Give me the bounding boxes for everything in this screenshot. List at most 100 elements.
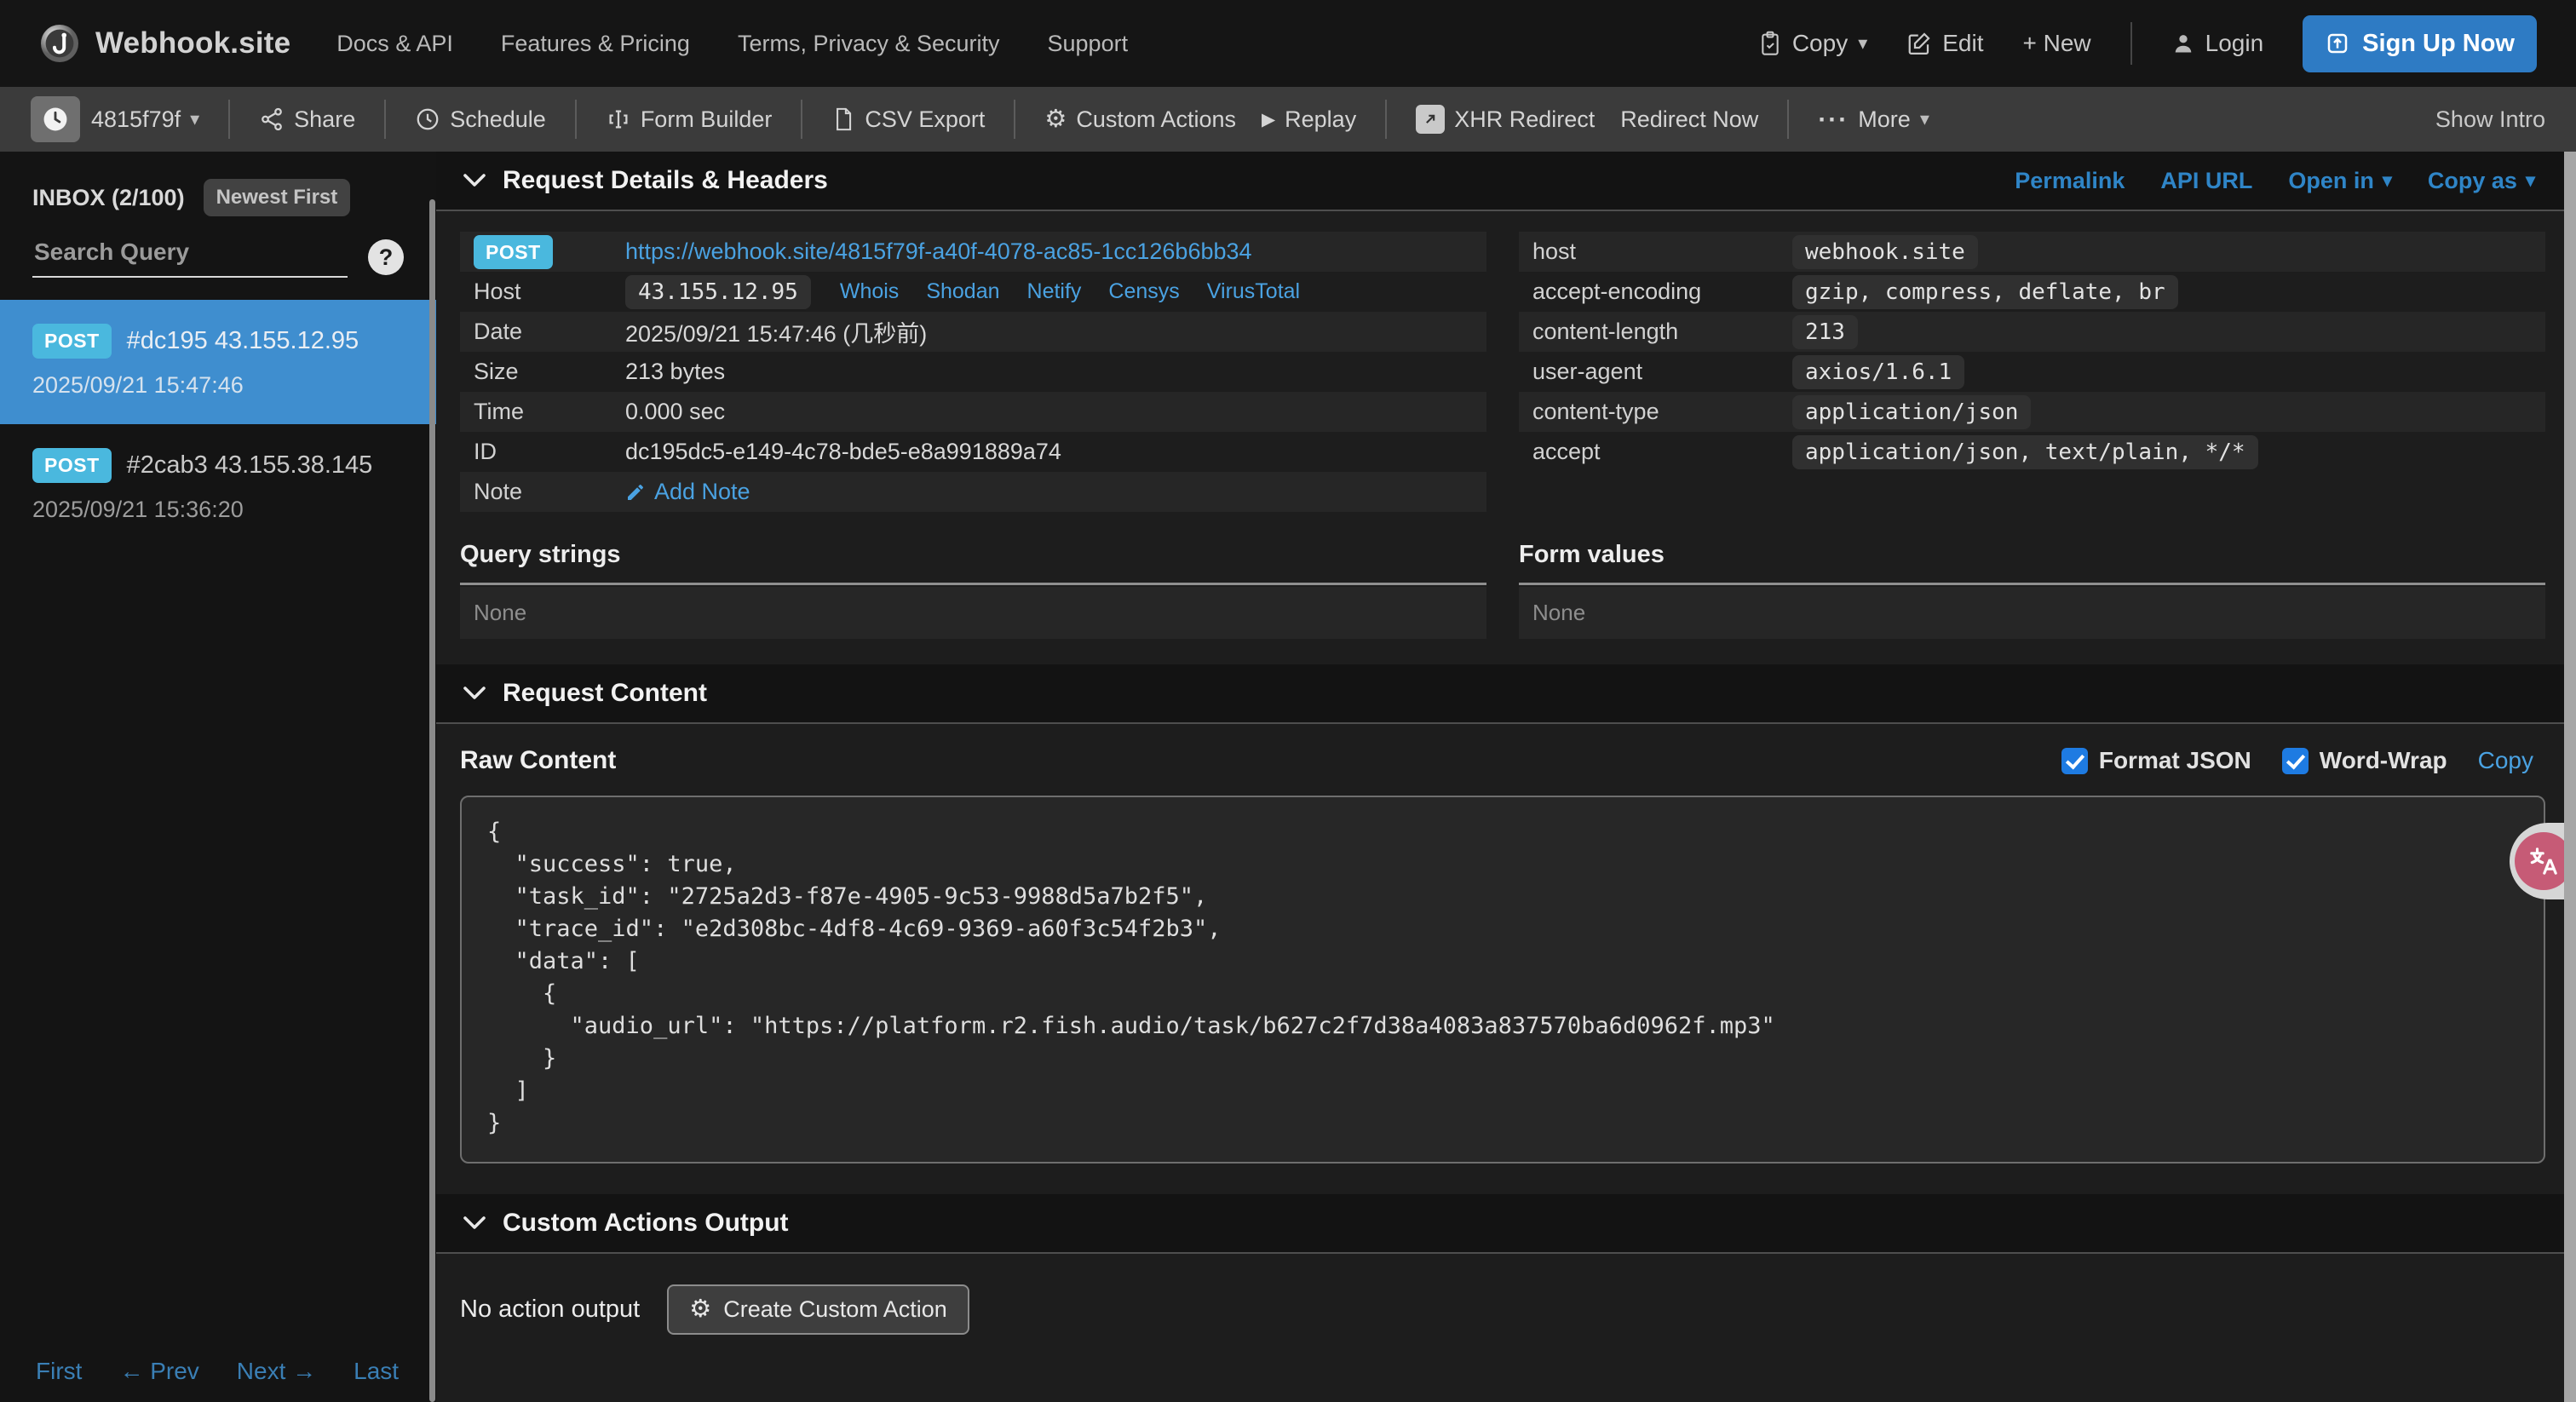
main-content: Request Details & Headers Permalink API … — [436, 152, 2576, 1402]
request-url-link[interactable]: https://webhook.site/4815f79f-a40f-4078-… — [625, 238, 1252, 265]
section-title: Request Details & Headers — [503, 166, 828, 195]
form-builder-button[interactable]: Form Builder — [606, 106, 773, 133]
clipboard-icon — [1758, 31, 1782, 56]
format-json-checkbox[interactable]: Format JSON — [2061, 747, 2251, 774]
share-button[interactable]: Share — [259, 106, 355, 133]
request-title: #2cab3 43.155.38.145 — [127, 451, 373, 480]
form-values-title: Form values — [1519, 541, 2545, 569]
request-list-item[interactable]: POST #2cab3 43.155.38.145 2025/09/21 15:… — [0, 424, 436, 549]
divider — [460, 583, 1486, 585]
create-custom-action-button[interactable]: ⚙ Create Custom Action — [667, 1284, 969, 1335]
xhr-redirect-button[interactable]: XHR Redirect — [1416, 105, 1595, 134]
api-url-link[interactable]: API URL — [2160, 168, 2252, 194]
copy-content-link[interactable]: Copy — [2478, 747, 2533, 774]
login-button[interactable]: Login — [2171, 30, 2264, 57]
shodan-link[interactable]: Shodan — [926, 279, 999, 304]
token-dropdown[interactable]: 4815f79f ▾ — [31, 96, 199, 142]
copy-as-dropdown[interactable]: Copy as ▾ — [2428, 168, 2535, 194]
signup-button[interactable]: Sign Up Now — [2303, 15, 2537, 72]
word-wrap-checkbox[interactable]: Word-Wrap — [2282, 747, 2447, 774]
method-badge: POST — [32, 324, 112, 359]
person-icon — [2171, 32, 2195, 55]
caret-down-icon: ▾ — [2383, 171, 2392, 190]
search-input[interactable] — [32, 237, 348, 278]
section-title: Request Content — [503, 679, 707, 708]
app-body: INBOX (2/100) Newest First ? POST #dc195… — [0, 152, 2576, 1402]
pagination-prev[interactable]: ← Prev — [119, 1358, 198, 1385]
raw-content-title: Raw Content — [460, 746, 616, 775]
pagination-next[interactable]: Next → — [237, 1358, 316, 1385]
checkbox-checked-icon[interactable] — [2282, 748, 2309, 774]
sort-order-badge[interactable]: Newest First — [204, 179, 351, 216]
more-dropdown[interactable]: ··· More ▾ — [1818, 106, 1929, 133]
method-badge: POST — [32, 448, 112, 483]
header-value: webhook.site — [1792, 235, 1978, 269]
new-button[interactable]: + New — [2023, 30, 2091, 57]
virustotal-link[interactable]: VirusTotal — [1207, 279, 1300, 304]
nav-link-terms[interactable]: Terms, Privacy & Security — [738, 31, 1000, 57]
redirect-now-button[interactable]: Redirect Now — [1620, 106, 1758, 133]
toolbar-divider — [1787, 100, 1789, 139]
header-value: application/json, text/plain, */* — [1792, 435, 2258, 469]
show-intro-link[interactable]: Show Intro — [2435, 106, 2545, 133]
replay-button[interactable]: ▶ Replay — [1262, 106, 1356, 133]
request-list: POST #dc195 43.155.12.95 2025/09/21 15:4… — [0, 300, 436, 549]
checkbox-checked-icon[interactable] — [2061, 748, 2088, 774]
permalink-link[interactable]: Permalink — [2015, 168, 2125, 194]
ip-lookup-links: Whois Shodan Netify Censys VirusTotal — [840, 279, 1300, 304]
token-clock-icon[interactable] — [31, 96, 80, 142]
main-scrollbar[interactable] — [2564, 152, 2576, 1402]
sidebar: INBOX (2/100) Newest First ? POST #dc195… — [0, 152, 436, 1402]
chevron-down-icon[interactable] — [463, 687, 486, 700]
request-date: 2025/09/21 15:47:46 — [32, 372, 404, 399]
csv-export-button[interactable]: CSV Export — [831, 106, 985, 133]
request-details-table: POST https://webhook.site/4815f79f-a40f-… — [460, 232, 1486, 512]
caret-down-icon: ▾ — [2526, 171, 2535, 190]
chevron-down-icon[interactable] — [463, 1216, 486, 1230]
copy-dropdown[interactable]: Copy ▾ — [1758, 30, 1867, 57]
censys-link[interactable]: Censys — [1108, 279, 1179, 304]
nav-link-docs[interactable]: Docs & API — [336, 31, 453, 57]
headers-table: host webhook.site accept-encoding gzip, … — [1519, 232, 2545, 512]
note-row: Note Add Note — [460, 472, 1486, 512]
section-custom-actions-output[interactable]: Custom Actions Output — [436, 1194, 2576, 1254]
size-row: Size 213 bytes — [460, 352, 1486, 392]
raw-content-panel: Raw Content Format JSON Word-Wrap Copy {… — [436, 724, 2576, 1194]
nav-link-pricing[interactable]: Features & Pricing — [501, 31, 690, 57]
add-note-link[interactable]: Add Note — [625, 479, 750, 505]
chevron-down-icon[interactable] — [463, 174, 486, 187]
time-value: 0.000 sec — [625, 399, 725, 425]
header-value: 213 — [1792, 315, 1858, 349]
netify-link[interactable]: Netify — [1027, 279, 1082, 304]
sidebar-scrollbar[interactable] — [429, 199, 435, 1402]
ellipsis-icon: ··· — [1818, 113, 1849, 126]
help-icon[interactable]: ? — [368, 239, 404, 275]
share-icon — [259, 106, 285, 132]
detail-links: Permalink API URL Open in ▾ Copy as ▾ — [2015, 168, 2549, 194]
raw-content-header: Raw Content Format JSON Word-Wrap Copy — [460, 746, 2545, 775]
whois-link[interactable]: Whois — [840, 279, 899, 304]
section-request-content[interactable]: Request Content — [436, 664, 2576, 724]
pagination-last[interactable]: Last — [354, 1358, 399, 1385]
header-value: application/json — [1792, 395, 2031, 429]
request-list-item[interactable]: POST #dc195 43.155.12.95 2025/09/21 15:4… — [0, 300, 436, 424]
action-toolbar: 4815f79f ▾ Share Schedule Form Builder — [0, 87, 2576, 152]
host-ip-value: 43.155.12.95 — [625, 275, 811, 309]
schedule-button[interactable]: Schedule — [415, 106, 546, 133]
id-row: ID dc195dc5-e149-4c78-bde5-e8a991889a74 — [460, 432, 1486, 472]
brand[interactable]: Webhook.site — [39, 23, 290, 64]
nav-link-support[interactable]: Support — [1048, 31, 1129, 57]
toolbar-divider — [801, 100, 802, 139]
top-navbar: Webhook.site Docs & API Features & Prici… — [0, 0, 2576, 87]
form-values-empty: None — [1519, 587, 2545, 639]
date-value: 2025/09/21 15:47:46 (几秒前) — [625, 315, 927, 348]
edit-button[interactable]: Edit — [1906, 30, 1983, 57]
actions-output-row: No action output ⚙ Create Custom Action — [436, 1254, 2576, 1386]
custom-actions-button[interactable]: ⚙ Custom Actions — [1044, 106, 1236, 133]
pagination-first[interactable]: First — [36, 1358, 82, 1385]
section-request-details[interactable]: Request Details & Headers Permalink API … — [436, 152, 2576, 211]
raw-json-content[interactable]: { "success": true, "task_id": "2725a2d3-… — [460, 796, 2545, 1164]
header-value: gzip, compress, deflate, br — [1792, 275, 2178, 309]
header-value: axios/1.6.1 — [1792, 355, 1964, 389]
open-in-dropdown[interactable]: Open in ▾ — [2288, 168, 2392, 194]
